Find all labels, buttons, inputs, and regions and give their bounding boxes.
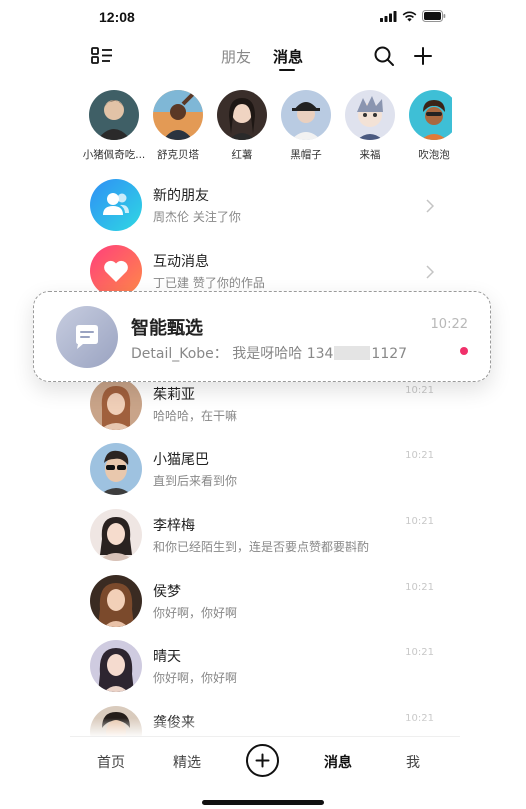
- tab-friends[interactable]: 朋友: [221, 46, 251, 67]
- chat-row[interactable]: 侯梦 你好啊，你好啊 10:21: [90, 575, 450, 631]
- story-item[interactable]: 舒克贝塔: [146, 90, 210, 162]
- bottom-nav: 首页 精选 消息 我: [0, 736, 526, 786]
- row-title: 新的朋友: [153, 188, 209, 204]
- chat-avatar: [90, 443, 142, 495]
- friends-icon: [103, 193, 129, 215]
- add-button[interactable]: [246, 744, 279, 777]
- chat-time: 10:21: [405, 385, 434, 396]
- chat-row[interactable]: 茱莉亚 哈哈哈，在干嘛 10:21: [90, 378, 450, 434]
- story-name: 红薯: [231, 149, 253, 161]
- story-name: 来福: [359, 149, 381, 161]
- chat-name: 侯梦: [153, 584, 181, 600]
- story-name: 小猪佩奇吃...: [82, 149, 146, 161]
- nav-featured[interactable]: 精选: [173, 752, 201, 772]
- top-nav: 朋友 消息: [0, 40, 526, 74]
- nav-me[interactable]: 我: [406, 752, 420, 772]
- story-avatar: [281, 90, 331, 140]
- status-time: 12:08: [99, 9, 135, 25]
- story-avatar: [89, 90, 139, 140]
- signal-icon: [380, 10, 397, 22]
- featured-avatar: [56, 306, 118, 368]
- story-item[interactable]: 来福: [338, 90, 402, 162]
- chat-name: 李梓梅: [153, 518, 195, 534]
- story-name: 吹泡泡: [418, 149, 450, 161]
- new-friends-row[interactable]: 新的朋友 周杰伦 关注了你: [90, 179, 450, 235]
- chat-avatar: [90, 378, 142, 430]
- story-avatar: [345, 90, 395, 140]
- chat-avatar: [90, 575, 142, 627]
- chat-time: 10:21: [405, 516, 434, 527]
- nav-messages[interactable]: 消息: [324, 752, 352, 772]
- chat-row[interactable]: 晴天 你好啊，你好啊 10:21: [90, 640, 450, 696]
- story-name: 黑帽子: [290, 149, 322, 161]
- story-avatar: [217, 90, 267, 140]
- story-name: 舒克贝塔: [157, 149, 199, 161]
- chat-row[interactable]: 小猫尾巴 直到后来看到你 10:21: [90, 443, 450, 499]
- stories-row: 小猪佩奇吃... 舒克贝塔 红薯 黑帽子 来福 吹泡泡: [82, 90, 452, 166]
- bottom-divider: [70, 736, 460, 737]
- unread-dot: [460, 347, 468, 355]
- featured-title: 智能甄选: [131, 318, 203, 339]
- chat-message: 你好啊，你好啊: [153, 606, 238, 620]
- plus-icon[interactable]: [412, 45, 434, 67]
- chat-message: 和你已经陌生到，连是否要点赞都要斟酌: [153, 540, 370, 554]
- story-item[interactable]: 吹泡泡: [402, 90, 452, 162]
- story-item[interactable]: 小猪佩奇吃...: [82, 90, 146, 162]
- nav-home[interactable]: 首页: [97, 752, 125, 772]
- interactions-avatar: [90, 245, 142, 297]
- featured-sender: Detail_Kobe：: [131, 346, 228, 362]
- featured-message-card[interactable]: 智能甄选 Detail_Kobe： 我是呀哈哈 134 1127 10:22: [33, 291, 491, 382]
- chat-avatar: [90, 509, 142, 561]
- redacted-mask: [334, 346, 371, 360]
- row-title: 互动消息: [153, 254, 209, 270]
- wifi-icon: [402, 11, 417, 21]
- story-item[interactable]: 红薯: [210, 90, 274, 162]
- chat-time: 10:21: [405, 450, 434, 461]
- chat-time: 10:21: [405, 582, 434, 593]
- chat-message: 哈哈哈，在干嘛: [153, 409, 238, 423]
- battery-icon: [422, 10, 446, 22]
- story-item[interactable]: 黑帽子: [274, 90, 338, 162]
- chat-avatar: [90, 640, 142, 692]
- plus-icon: [255, 753, 270, 768]
- featured-message: Detail_Kobe： 我是呀哈哈 134 1127: [131, 343, 407, 363]
- chat-time: 10:21: [405, 647, 434, 658]
- status-icons: [380, 10, 446, 22]
- chat-name: 晴天: [153, 649, 181, 665]
- active-tab-indicator: [279, 69, 295, 71]
- chat-row[interactable]: 李梓梅 和你已经陌生到，连是否要点赞都要斟酌 10:21: [90, 509, 450, 565]
- row-subtitle: 周杰伦 关注了你: [153, 210, 241, 224]
- chat-name: 小猫尾巴: [153, 452, 209, 468]
- chat-name: 茱莉亚: [153, 387, 195, 403]
- status-bar: 12:08: [0, 0, 526, 34]
- message-icon: [76, 325, 98, 349]
- new-friends-avatar: [90, 179, 142, 231]
- chevron-right-icon: [426, 265, 434, 279]
- chat-message: 你好啊，你好啊: [153, 671, 238, 685]
- row-subtitle: 丁已建 赞了你的作品: [153, 276, 265, 290]
- heart-icon: [104, 260, 128, 282]
- chevron-right-icon: [426, 199, 434, 213]
- story-avatar: [153, 90, 203, 140]
- menu-icon[interactable]: [90, 45, 114, 67]
- featured-message-end: 1127: [371, 346, 408, 362]
- chat-message: 直到后来看到你: [153, 474, 238, 488]
- featured-message-start: 我是呀哈哈 134: [232, 346, 334, 362]
- search-icon[interactable]: [373, 45, 395, 67]
- featured-time: 10:22: [430, 317, 468, 332]
- home-indicator: [202, 800, 324, 805]
- story-avatar: [409, 90, 452, 140]
- bottom-fade: [70, 718, 460, 738]
- tab-messages[interactable]: 消息: [273, 46, 303, 67]
